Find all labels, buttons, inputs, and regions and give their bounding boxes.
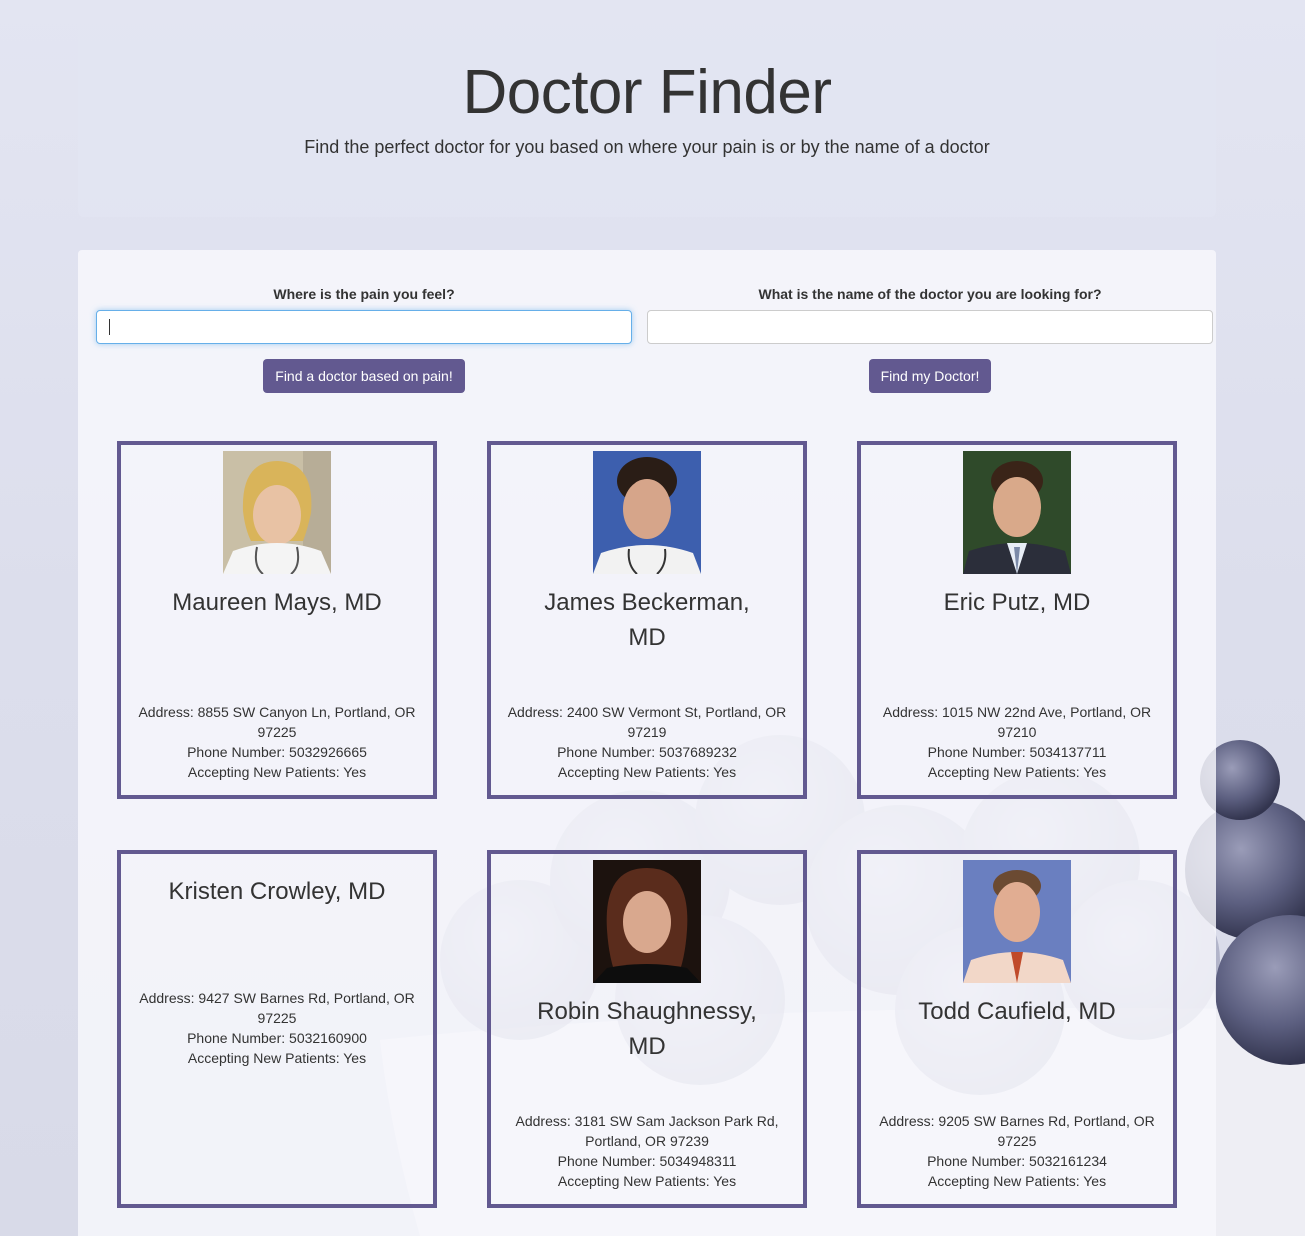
doctor-info: Address: 9427 SW Barnes Rd, Portland, OR… [121,988,433,1068]
doctor-info: Address: 8855 SW Canyon Ln, Portland, OR… [121,702,433,782]
doctor-photo [223,451,331,574]
doctor-name: Maureen Mays, MD [172,589,382,616]
doctor-photo [963,860,1071,983]
page-subtitle: Find the perfect doctor for you based on… [304,137,990,157]
find-my-doctor-button[interactable]: Find my Doctor! [868,359,992,393]
doctor-info: Address: 3181 SW Sam Jackson Park Rd, Po… [491,1111,803,1191]
doctor-phone: Phone Number: 5034137711 [927,744,1107,760]
doctor-card[interactable]: James Beckerman, MD Address: 2400 SW Ver… [487,441,807,799]
doctor-phone: Phone Number: 5032160900 [187,1030,367,1046]
doctor-photo [593,451,701,574]
doctor-info: Address: 9205 SW Barnes Rd, Portland, OR… [861,1111,1173,1191]
doctor-address: Address: 8855 SW Canyon Ln, Portland, OR… [138,704,416,740]
doctor-card[interactable]: Maureen Mays, MD Address: 8855 SW Canyon… [117,441,437,799]
doctor-info: Address: 2400 SW Vermont St, Portland, O… [491,702,803,782]
header-jumbotron: Doctor Finder Find the perfect doctor fo… [78,0,1216,217]
doctor-accepting: Accepting New Patients: Yes [187,1050,367,1066]
pain-search-input[interactable] [96,310,632,344]
doctor-address: Address: 2400 SW Vermont St, Portland, O… [507,704,787,740]
doctor-accepting: Accepting New Patients: Yes [557,764,737,780]
doctor-accepting: Accepting New Patients: Yes [187,764,367,780]
pain-search-label: Where is the pain you feel? [273,286,455,302]
doctor-phone: Phone Number: 5034948311 [557,1153,737,1169]
pain-search: Where is the pain you feel? Find a docto… [96,286,632,393]
doctor-card[interactable]: Todd Caufield, MD Address: 9205 SW Barne… [857,850,1177,1208]
doctor-phone: Phone Number: 5032161234 [927,1153,1107,1169]
doctor-photo [593,860,701,983]
doctor-address: Address: 9205 SW Barnes Rd, Portland, OR… [879,1113,1155,1149]
doctor-accepting: Accepting New Patients: Yes [927,1173,1107,1189]
doctor-accepting: Accepting New Patients: Yes [927,764,1107,780]
doctor-name: Eric Putz, MD [943,589,1091,616]
page-title: Doctor Finder [462,58,832,127]
doctor-address: Address: 1015 NW 22nd Ave, Portland, OR … [882,704,1152,740]
doctor-name: James Beckerman, MD [544,589,750,651]
doctor-address: Address: 3181 SW Sam Jackson Park Rd, Po… [515,1113,779,1149]
text-cursor [109,319,110,335]
doctor-info: Address: 1015 NW 22nd Ave, Portland, OR … [861,702,1173,782]
doctor-card[interactable]: Robin Shaughnessy, MD Address: 3181 SW S… [487,850,807,1208]
doctor-card[interactable]: Eric Putz, MD Address: 1015 NW 22nd Ave,… [857,441,1177,799]
doctor-name: Todd Caufield, MD [918,998,1116,1025]
doctor-name: Robin Shaughnessy, MD [537,998,757,1060]
doctor-phone: Phone Number: 5037689232 [557,744,737,760]
name-search-label: What is the name of the doctor you are l… [758,286,1102,302]
doctor-name: Kristen Crowley, MD [168,878,386,905]
doctor-accepting: Accepting New Patients: Yes [557,1173,737,1189]
doctor-phone: Phone Number: 5032926665 [187,744,367,760]
doctor-address: Address: 9427 SW Barnes Rd, Portland, OR… [139,990,415,1026]
doctor-photo [963,451,1071,574]
doctor-name-input[interactable] [647,310,1213,344]
name-search: What is the name of the doctor you are l… [647,286,1213,393]
find-doctor-by-pain-button[interactable]: Find a doctor based on pain! [263,359,465,393]
doctor-card[interactable]: Kristen Crowley, MD Address: 9427 SW Bar… [117,850,437,1208]
